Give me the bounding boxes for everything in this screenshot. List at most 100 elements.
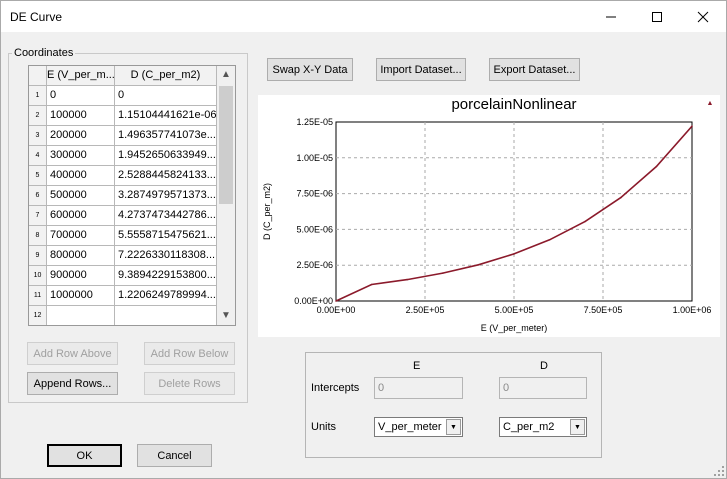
cell-d[interactable]: 9.3894229153800...: [115, 266, 217, 286]
table-row[interactable]: 9 800000 7.2226330118308...: [29, 246, 217, 266]
chart-title: porcelainNonlinear: [451, 96, 576, 113]
de-curve-chart[interactable]: porcelainNonlinear ▲ 0.00E+00 2.50E+05 5.00E…: [258, 95, 720, 337]
units-e-select[interactable]: V_per_meter ▼: [374, 417, 463, 437]
row-number[interactable]: 2: [29, 106, 47, 126]
cell-e[interactable]: 800000: [47, 246, 115, 266]
append-rows-button[interactable]: Append Rows...: [27, 372, 118, 395]
de-curve-window: DE Curve Coordinates E (V_per_m... D (C_…: [0, 0, 727, 479]
table-row[interactable]: 3 200000 1.496357741073e...: [29, 126, 217, 146]
minimize-button[interactable]: [588, 1, 634, 32]
table-header-row: E (V_per_m... D (C_per_m2): [29, 66, 217, 86]
cell-e[interactable]: 900000: [47, 266, 115, 286]
cell-d[interactable]: 1.496357741073e...: [115, 126, 217, 146]
cell-d[interactable]: 1.9452650633949...: [115, 146, 217, 166]
x-tick-label: 0.00E+00: [317, 305, 356, 315]
cell-d[interactable]: 5.5558715475621...: [115, 226, 217, 246]
data-point: [691, 125, 693, 127]
cell-d[interactable]: 3.2874979571373...: [115, 186, 217, 206]
intercept-d-field[interactable]: 0: [499, 377, 587, 399]
row-number[interactable]: 4: [29, 146, 47, 166]
row-number[interactable]: 9: [29, 246, 47, 266]
corner-cell: [29, 66, 47, 86]
intercept-e-field[interactable]: 0: [374, 377, 463, 399]
maximize-button[interactable]: [634, 1, 680, 32]
axis-settings-group: [305, 352, 602, 458]
table-row[interactable]: 10 900000 9.3894229153800...: [29, 266, 217, 286]
table-row[interactable]: 4 300000 1.9452650633949...: [29, 146, 217, 166]
column-label-e: E: [413, 360, 421, 372]
row-number[interactable]: 6: [29, 186, 47, 206]
scroll-down-icon[interactable]: ▼: [217, 307, 235, 325]
row-number[interactable]: 8: [29, 226, 47, 246]
row-number[interactable]: 10: [29, 266, 47, 286]
table-scrollbar[interactable]: ▲ ▼: [217, 66, 235, 325]
coordinates-table[interactable]: E (V_per_m... D (C_per_m2) 1 0 0 2 100000 1.1…: [28, 65, 236, 326]
table-row[interactable]: 12: [29, 306, 217, 325]
x-tick-label: 7.50E+05: [584, 305, 623, 315]
data-point: [406, 278, 408, 281]
row-number[interactable]: 3: [29, 126, 47, 146]
cell-e[interactable]: 200000: [47, 126, 115, 146]
data-point: [442, 272, 444, 274]
table-row[interactable]: 8 700000 5.5558715475621...: [29, 226, 217, 246]
cell-d[interactable]: 0: [115, 86, 217, 106]
scroll-up-icon[interactable]: ▲: [217, 66, 235, 84]
units-d-value: C_per_m2: [503, 421, 555, 433]
corner-marker-icon: ▲: [707, 100, 714, 107]
add-row-below-button[interactable]: Add Row Below: [144, 342, 235, 365]
import-dataset-button[interactable]: Import Dataset...: [376, 58, 466, 81]
data-point: [513, 253, 515, 255]
x-tick-label: 5.00E+05: [495, 305, 534, 315]
cell-e[interactable]: 700000: [47, 226, 115, 246]
chevron-down-icon[interactable]: ▼: [446, 419, 461, 435]
cell-e[interactable]: 500000: [47, 186, 115, 206]
cell-e[interactable]: 100000: [47, 106, 115, 126]
close-button[interactable]: [680, 1, 726, 32]
cell-d[interactable]: 1.2206249789994...: [115, 286, 217, 306]
table-row[interactable]: 6 500000 3.2874979571373...: [29, 186, 217, 206]
table-row[interactable]: 2 100000 1.15104441621e-06: [29, 106, 217, 126]
chevron-down-icon[interactable]: ▼: [570, 419, 585, 435]
row-number[interactable]: 5: [29, 166, 47, 186]
maximize-icon: [652, 11, 662, 22]
data-point: [620, 196, 622, 199]
title-bar[interactable]: DE Curve: [1, 1, 726, 32]
resize-grip-icon[interactable]: [713, 465, 725, 477]
cell-d[interactable]: 7.2226330118308...: [115, 246, 217, 266]
column-header-e[interactable]: E (V_per_m...: [47, 66, 115, 86]
column-header-d[interactable]: D (C_per_m2): [115, 66, 217, 86]
cancel-button[interactable]: Cancel: [137, 444, 212, 467]
scroll-thumb[interactable]: [219, 86, 233, 204]
units-d-select[interactable]: C_per_m2 ▼: [499, 417, 587, 437]
cell-d[interactable]: 1.15104441621e-06: [115, 106, 217, 126]
ok-button[interactable]: OK: [47, 444, 122, 467]
cell-e[interactable]: 300000: [47, 146, 115, 166]
y-tick-label: 0.00E+00: [294, 296, 333, 306]
data-point: [477, 264, 480, 266]
y-tick-label: 1.25E-05: [296, 117, 333, 127]
cell-e[interactable]: 1000000: [47, 286, 115, 306]
add-row-above-button[interactable]: Add Row Above: [27, 342, 118, 365]
swap-xy-button[interactable]: Swap X-Y Data: [267, 58, 353, 81]
cell-d[interactable]: 2.5288445824133...: [115, 166, 217, 186]
column-label-d: D: [540, 360, 548, 372]
cell-e[interactable]: 0: [47, 86, 115, 106]
cell-d[interactable]: [115, 306, 217, 325]
table-row[interactable]: 11 1000000 1.2206249789994...: [29, 286, 217, 306]
row-number[interactable]: 11: [29, 286, 47, 306]
delete-rows-button[interactable]: Delete Rows: [144, 372, 235, 395]
row-number[interactable]: 7: [29, 206, 47, 226]
row-number[interactable]: 1: [29, 86, 47, 106]
minimize-icon: [606, 16, 616, 17]
table-row[interactable]: 7 600000 4.2737473442786...: [29, 206, 217, 226]
row-number[interactable]: 12: [29, 306, 47, 325]
cell-d[interactable]: 4.2737473442786...: [115, 206, 217, 226]
cell-e[interactable]: 600000: [47, 206, 115, 226]
units-label: Units: [311, 421, 337, 433]
table-row[interactable]: 100: [29, 86, 217, 106]
export-dataset-button[interactable]: Export Dataset...: [489, 58, 580, 81]
cell-e[interactable]: 400000: [47, 166, 115, 186]
table-row[interactable]: 5 400000 2.5288445824133...: [29, 166, 217, 186]
cell-e[interactable]: [47, 306, 115, 325]
data-point: [655, 165, 658, 168]
